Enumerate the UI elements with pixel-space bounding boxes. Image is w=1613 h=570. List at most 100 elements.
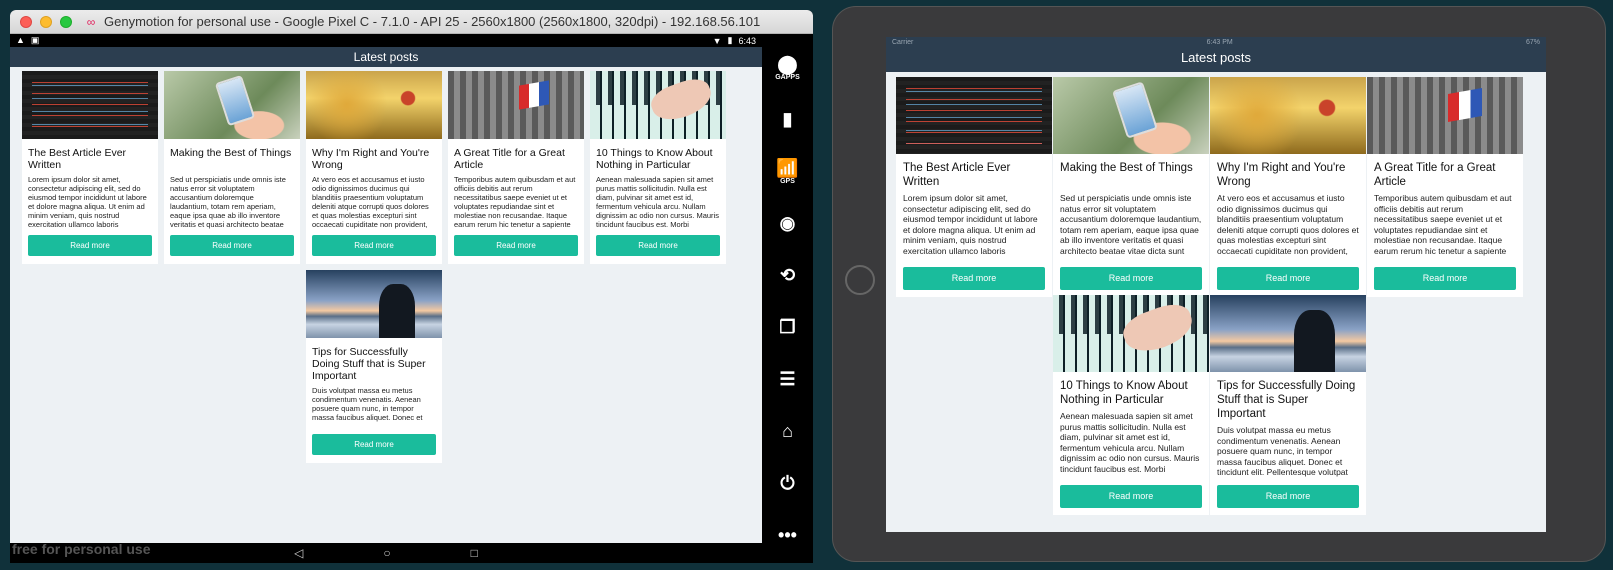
post-title: 10 Things to Know About Nothing in Parti… [596, 147, 713, 171]
ios-time: 6:43 PM [1206, 39, 1233, 46]
webcam-icon: ◉ [779, 213, 796, 233]
read-more-button[interactable]: Read more [1374, 267, 1516, 290]
gps-icon: 📶 [776, 157, 799, 178]
android-post-card: Tips for Successfully Doing Stuff that i… [306, 270, 442, 463]
genymotion-sidebar: ⬤ GAPPS ▮ 📶 GPS ◉ ⟲ ❐ ☰ ⌂ ⏻ ••• [762, 34, 813, 563]
sidebar-webcam-button[interactable]: ◉ [770, 198, 806, 248]
ios-post-card: Tips for Successfully Doing Stuff that i… [1210, 295, 1366, 515]
android-app: Latest posts The Best Article Ever Writt… [10, 47, 762, 543]
post-thumbnail [1053, 295, 1209, 372]
page-title: Latest posts [10, 47, 762, 67]
genymotion-logo-icon: ∞ [86, 14, 96, 29]
window-titlebar[interactable]: ∞ Genymotion for personal use - Google P… [10, 10, 813, 34]
read-more-button[interactable]: Read more [28, 235, 152, 256]
sidebar-recent-apps-button[interactable]: ❐ [770, 302, 806, 352]
post-excerpt: At vero eos et accusamus et iusto odio d… [1217, 193, 1359, 256]
download-icon: ▣ [30, 35, 40, 45]
post-thumbnail [1053, 77, 1209, 154]
zoom-window-button[interactable] [60, 15, 72, 28]
post-thumbnail [164, 71, 300, 139]
wifi-icon: ▼ [712, 35, 722, 46]
android-post-card: The Best Article Ever Written Lorem ipsum… [22, 71, 158, 264]
genymotion-window: ∞ Genymotion for personal use - Google P… [10, 10, 813, 563]
post-thumbnail [1367, 77, 1523, 154]
read-more-button[interactable]: Read more [454, 235, 578, 256]
post-title: The Best Article Ever Written [28, 147, 127, 171]
post-title: Making the Best of Things [1060, 162, 1193, 174]
post-thumbnail [1210, 295, 1366, 372]
sidebar-more-button[interactable]: ••• [770, 510, 806, 560]
close-window-button[interactable] [20, 15, 32, 28]
read-more-button[interactable]: Read more [1060, 485, 1202, 508]
ios-post-card: Why I'm Right and You're Wrong At vero eo… [1210, 77, 1366, 297]
post-excerpt: Sed ut perspiciatis unde omnis iste natu… [1060, 193, 1202, 256]
read-more-button[interactable]: Read more [903, 267, 1045, 290]
read-more-button[interactable]: Read more [312, 434, 436, 455]
ios-post-card: Making the Best of Things Sed ut perspici… [1053, 77, 1209, 297]
battery-icon: ▮ [782, 109, 793, 129]
ipad-screen: Carrier 6:43 PM 67% Latest posts The Bes… [886, 37, 1546, 532]
ipad-home-button[interactable] [845, 265, 875, 295]
sidebar-menu-button[interactable]: ☰ [770, 354, 806, 404]
post-title: Tips for Successfully Doing Stuff that i… [312, 346, 426, 382]
ios-post-card: 10 Things to Know About Nothing in Parti… [1053, 295, 1209, 515]
back-icon: ⟲ [779, 265, 796, 285]
read-more-button[interactable]: Read more [170, 235, 294, 256]
watermark: free for personal use [12, 541, 151, 557]
post-title: Tips for Successfully Doing Stuff that i… [1217, 380, 1356, 420]
android-status-bar: ▲ ▣ ▼ ▮ 6:43 [10, 34, 762, 47]
minimize-window-button[interactable] [40, 15, 52, 28]
menu-icon: ☰ [779, 369, 796, 389]
read-more-button[interactable]: Read more [1217, 267, 1359, 290]
post-excerpt: Duis volutpat massa eu metus condimentum… [1217, 425, 1348, 477]
gapps-icon: ⬤ [777, 53, 798, 74]
ios-page-title: Latest posts [886, 48, 1546, 72]
sidebar-gapps-button[interactable]: ⬤ GAPPS [770, 42, 806, 92]
read-more-button[interactable]: Read more [1217, 485, 1359, 508]
post-title: A Great Title for a Great Article [454, 147, 565, 171]
android-post-card: Making the Best of Things Sed ut perspici… [164, 71, 300, 264]
post-title: Making the Best of Things [170, 147, 292, 159]
post-title: A Great Title for a Great Article [1374, 162, 1496, 188]
post-excerpt: Sed ut perspiciatis unde omnis iste natu… [170, 175, 286, 229]
sidebar-gapps-label: GAPPS [775, 73, 800, 81]
post-title: The Best Article Ever Written [903, 162, 1011, 188]
post-thumbnail [896, 77, 1052, 154]
post-excerpt: Aenean malesuada sapien sit amet purus m… [596, 175, 719, 229]
post-excerpt: Aenean malesuada sapien sit amet purus m… [1060, 411, 1200, 474]
post-thumbnail [1210, 77, 1366, 154]
sidebar-power-button[interactable]: ⏻ [770, 458, 806, 508]
nav-home-icon[interactable]: ○ [383, 546, 390, 560]
read-more-button[interactable]: Read more [596, 235, 720, 256]
android-post-card: A Great Title for a Great Article Tempori… [448, 71, 584, 264]
post-title: Why I'm Right and You're Wrong [1217, 162, 1346, 188]
ios-post-card: A Great Title for a Great Article Tempori… [1367, 77, 1523, 297]
post-thumbnail [448, 71, 584, 139]
recent-apps-icon: ❐ [779, 317, 796, 337]
post-excerpt: Lorem ipsum dolor sit amet, consectetur … [903, 193, 1038, 256]
ipad-frame: Carrier 6:43 PM 67% Latest posts The Bes… [832, 6, 1606, 562]
carrier-label: Carrier [892, 39, 914, 46]
window-title: Genymotion for personal use - Google Pix… [104, 14, 761, 29]
post-excerpt: At vero eos et accusamus et iusto odio d… [312, 175, 429, 229]
more-icon: ••• [778, 525, 797, 545]
post-thumbnail [306, 71, 442, 139]
android-post-card: Why I'm Right and You're Wrong At vero eo… [306, 71, 442, 264]
sidebar-battery-button[interactable]: ▮ [770, 94, 806, 144]
nav-back-icon[interactable]: ◁ [294, 546, 303, 560]
sidebar-gps-button[interactable]: 📶 GPS [770, 146, 806, 196]
post-excerpt: Duis volutpat massa eu metus condimentum… [312, 386, 423, 422]
sidebar-back-button[interactable]: ⟲ [770, 250, 806, 300]
home-icon: ⌂ [782, 421, 793, 441]
nav-recent-icon[interactable]: □ [471, 546, 478, 560]
power-icon: ⏻ [780, 473, 795, 493]
android-screen: ▲ ▣ ▼ ▮ 6:43 Latest posts The Best Artic… [10, 34, 762, 563]
post-excerpt: Temporibus autem quibusdam et aut offici… [454, 175, 576, 229]
read-more-button[interactable]: Read more [312, 235, 436, 256]
ios-status-bar: Carrier 6:43 PM 67% [886, 37, 1546, 48]
notification-icon: ▲ [16, 35, 25, 45]
android-post-card: 10 Things to Know About Nothing in Parti… [590, 71, 726, 264]
sidebar-home-button[interactable]: ⌂ [770, 406, 806, 456]
ios-battery: 67% [1525, 39, 1540, 46]
read-more-button[interactable]: Read more [1060, 267, 1202, 290]
